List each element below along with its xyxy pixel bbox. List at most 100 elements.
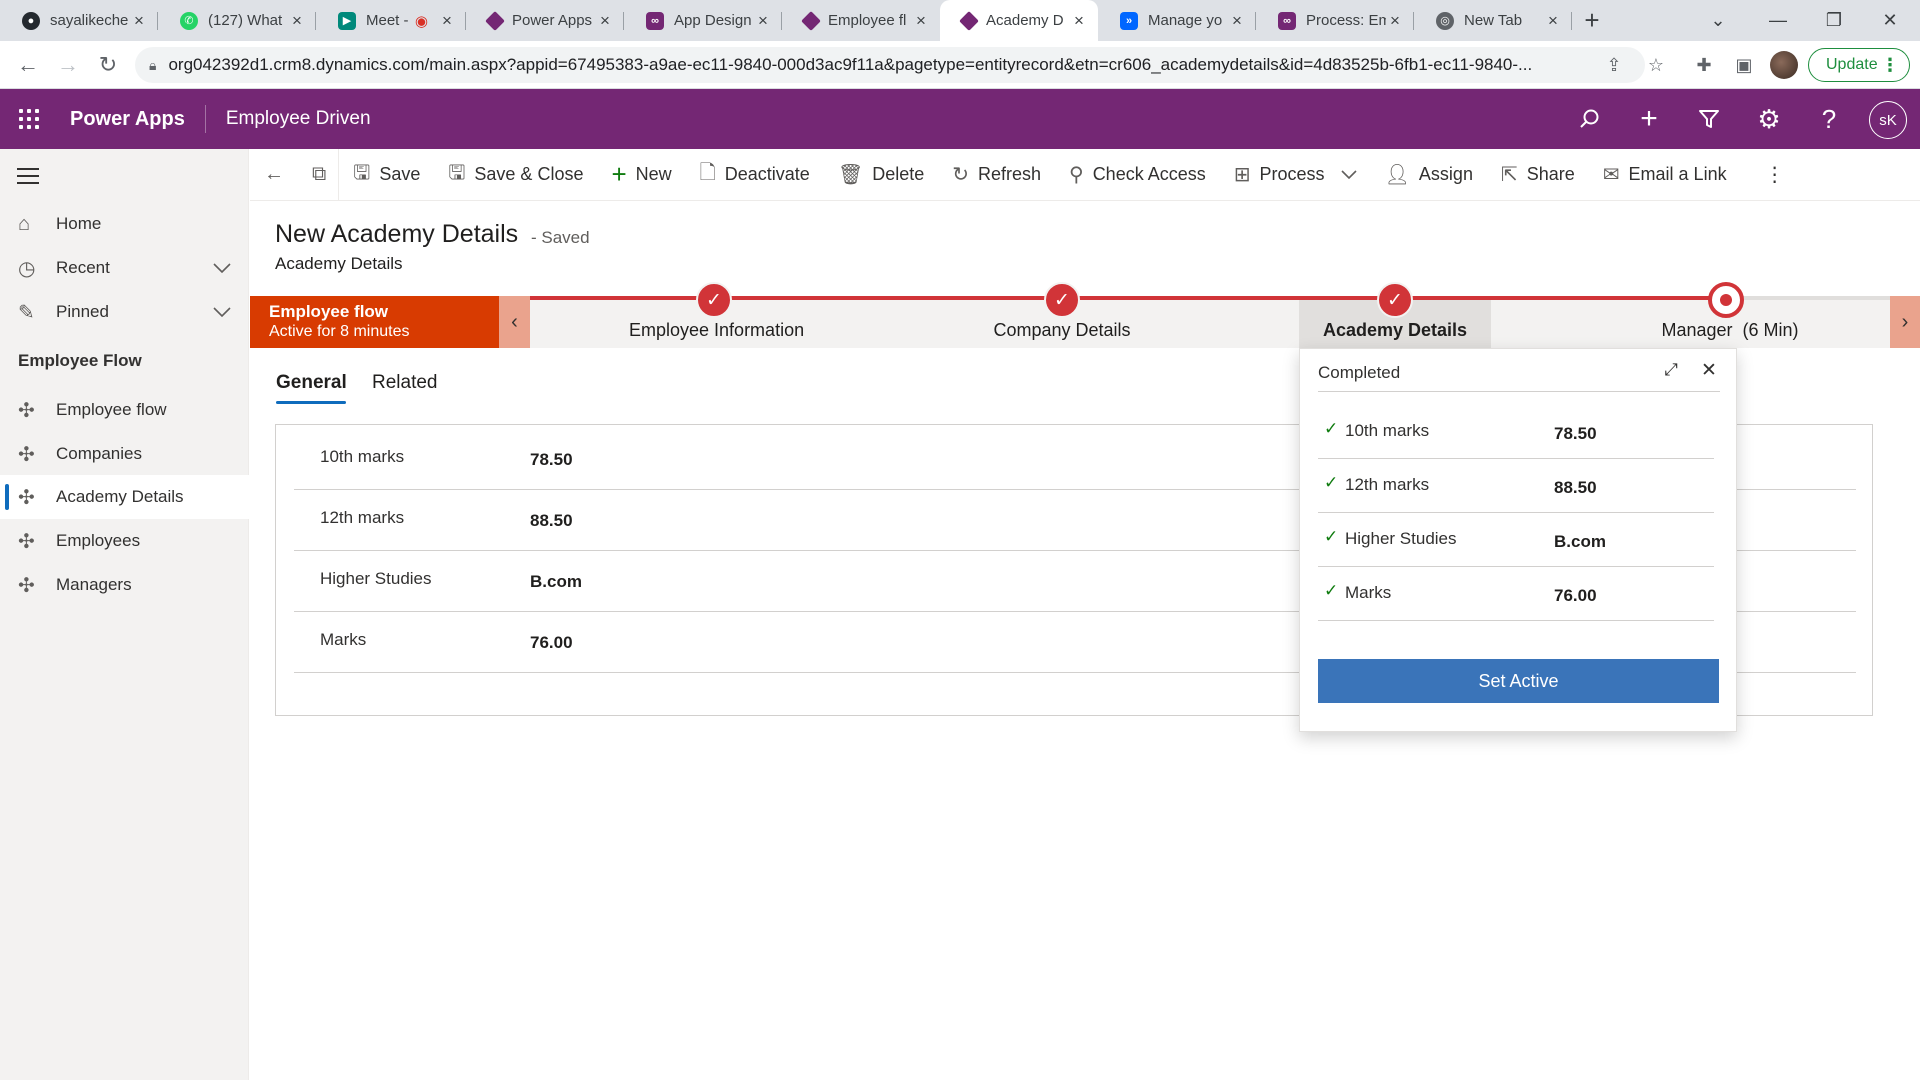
new-button[interactable]: + New <box>597 149 685 201</box>
delete-button[interactable]: 🗑︎ Delete <box>824 149 938 201</box>
sidebar-item-companies[interactable]: ✣ Companies <box>0 432 249 476</box>
save-and-close-button[interactable]: 🖫︎ Save & Close <box>434 149 597 201</box>
stage-active-indicator-icon[interactable] <box>1708 282 1744 318</box>
email-link-button[interactable]: ✉ Email a Link <box>1589 149 1741 201</box>
close-window-icon[interactable]: ✕ <box>1862 0 1918 41</box>
browser-tab[interactable]: ✆ (127) What × <box>158 0 316 41</box>
process-label: Process <box>1259 164 1325 184</box>
stage-company-details[interactable]: Company Details <box>990 320 1134 341</box>
process-flag[interactable]: Employee flow Active for 8 minutes <box>250 296 499 348</box>
restore-icon[interactable]: ❐ <box>1806 0 1862 41</box>
deactivate-button[interactable]: 🗋︎ Deactivate <box>686 149 824 201</box>
browser-tab[interactable]: ◎ New Tab × <box>1414 0 1572 41</box>
new-tab-button[interactable]: + <box>1572 0 1612 41</box>
sidebar-item-home[interactable]: ⌂ Home <box>0 202 249 246</box>
close-icon[interactable]: × <box>912 11 930 31</box>
stage-employee-information[interactable]: Employee Information <box>629 320 804 341</box>
close-icon[interactable]: × <box>596 11 614 31</box>
close-icon[interactable]: × <box>130 11 148 31</box>
next-stage-button[interactable]: › <box>1890 296 1920 348</box>
close-icon[interactable]: × <box>754 11 772 31</box>
stage-academy-details[interactable]: Academy Details <box>1315 320 1475 341</box>
reload-icon[interactable]: ↻ <box>88 45 128 85</box>
browser-tab[interactable]: ∞ Process: Em × <box>1256 0 1414 41</box>
previous-stage-button[interactable]: ‹ <box>499 296 530 348</box>
stage-complete-check-icon[interactable]: ✓ <box>696 282 732 318</box>
minimize-icon[interactable]: — <box>1750 0 1806 41</box>
browser-tab[interactable]: » Manage yo × <box>1098 0 1256 41</box>
forward-icon[interactable]: → <box>48 45 88 85</box>
field-value-input[interactable]: 76.00 <box>530 633 573 653</box>
browser-tab[interactable]: ∞ App Design × <box>624 0 782 41</box>
tab-search-icon[interactable]: ⌄ <box>1690 0 1746 41</box>
close-icon[interactable]: × <box>1228 11 1246 31</box>
more-commands-button[interactable]: ⋮ <box>1741 149 1809 201</box>
set-active-button[interactable]: Set Active <box>1318 659 1719 703</box>
sidebar-item-pinned[interactable]: ✎ Pinned <box>0 290 249 334</box>
check-access-button[interactable]: ⚲ Check Access <box>1055 149 1220 201</box>
field-value-input[interactable]: 88.50 <box>1554 478 1597 498</box>
back-button[interactable]: ← <box>250 149 300 201</box>
extensions-icon[interactable]: ✚ <box>1686 47 1722 83</box>
browser-tab[interactable]: Employee fl × <box>782 0 940 41</box>
app-name[interactable]: Employee Driven <box>206 108 371 130</box>
search-icon[interactable] <box>1560 89 1620 149</box>
close-icon[interactable]: × <box>1070 11 1088 31</box>
save-button[interactable]: 🖫︎ Save <box>339 149 434 201</box>
help-icon[interactable]: ? <box>1799 89 1859 149</box>
stage-manager[interactable]: Manager (6 Min) <box>1650 320 1810 341</box>
field-value-input[interactable]: 78.50 <box>1554 424 1597 444</box>
assign-button[interactable]: 👤︎ Assign <box>1371 149 1487 201</box>
close-icon[interactable]: × <box>438 11 456 31</box>
back-icon[interactable]: ← <box>8 45 48 85</box>
browser-tab[interactable]: Power Apps × <box>466 0 624 41</box>
sidebar-item-employee-flow[interactable]: ✣ Employee flow <box>0 388 249 432</box>
sidebar-item-label: Pinned <box>56 302 109 321</box>
chevron-down-icon[interactable] <box>213 263 231 273</box>
open-in-new-window-button[interactable]: ⧉ <box>300 149 338 201</box>
hamburger-menu-icon[interactable] <box>17 168 39 184</box>
field-value-input[interactable]: 88.50 <box>530 511 573 531</box>
avatar[interactable]: sK <box>1869 101 1907 139</box>
sidebar-item-managers[interactable]: ✣ Managers <box>0 563 249 607</box>
tab-related[interactable]: Related <box>372 372 438 394</box>
field-value-input[interactable]: 78.50 <box>530 450 573 470</box>
close-icon[interactable]: × <box>288 11 306 31</box>
puzzle-icon: ✣ <box>18 399 35 422</box>
sidebar-item-employees[interactable]: ✣ Employees <box>0 519 249 563</box>
browser-update-button[interactable]: Update ⋮ <box>1808 48 1910 82</box>
app-launcher-icon[interactable] <box>0 89 58 149</box>
field-value-input[interactable]: B.com <box>530 572 582 592</box>
brand-name[interactable]: Power Apps <box>58 105 206 133</box>
tab-general[interactable]: General <box>276 372 347 394</box>
field-value-input[interactable]: B.com <box>1554 532 1606 552</box>
close-icon[interactable]: ✕ <box>1696 357 1722 383</box>
gear-icon[interactable]: ⚙ <box>1739 89 1799 149</box>
process-button[interactable]: ⊞ Process <box>1220 149 1371 201</box>
bookmark-star-icon[interactable]: ☆ <box>1638 47 1674 83</box>
refresh-button[interactable]: ↻ Refresh <box>938 149 1055 201</box>
close-icon[interactable]: × <box>1386 11 1404 31</box>
check-icon: ✓ <box>1324 473 1339 492</box>
field-value-input[interactable]: 76.00 <box>1554 586 1597 606</box>
browser-tab[interactable]: ● sayalikeche × <box>0 0 158 41</box>
browser-tab[interactable]: ▶ Meet - ◉ × <box>316 0 466 41</box>
browser-toolbar: ← → ↻ 🔒︎ org042392d1.crm8.dynamics.com/m… <box>0 41 1920 89</box>
field-label: 10th marks <box>1345 421 1430 440</box>
sidebar-item-recent[interactable]: ◷ Recent <box>0 246 249 290</box>
filter-icon[interactable] <box>1679 89 1739 149</box>
expand-icon[interactable]: ⤢ <box>1658 357 1684 383</box>
close-icon[interactable]: × <box>1544 11 1562 31</box>
share-page-icon[interactable]: ⇪ <box>1596 47 1632 83</box>
share-button[interactable]: ⇱ Share <box>1487 149 1589 201</box>
chevron-down-icon[interactable] <box>213 307 231 317</box>
stage-complete-check-icon[interactable]: ✓ <box>1377 282 1413 318</box>
side-panel-icon[interactable]: ▣ <box>1726 47 1762 83</box>
stage-complete-check-icon[interactable]: ✓ <box>1044 282 1080 318</box>
browser-tab-active[interactable]: Academy D × <box>940 0 1098 41</box>
address-bar[interactable]: 🔒︎ org042392d1.crm8.dynamics.com/main.as… <box>135 47 1645 83</box>
plus-icon[interactable]: + <box>1619 89 1679 149</box>
power-apps-icon <box>959 10 979 31</box>
sidebar-item-academy-details[interactable]: ✣ Academy Details <box>0 475 249 519</box>
profile-avatar[interactable] <box>1770 51 1798 79</box>
